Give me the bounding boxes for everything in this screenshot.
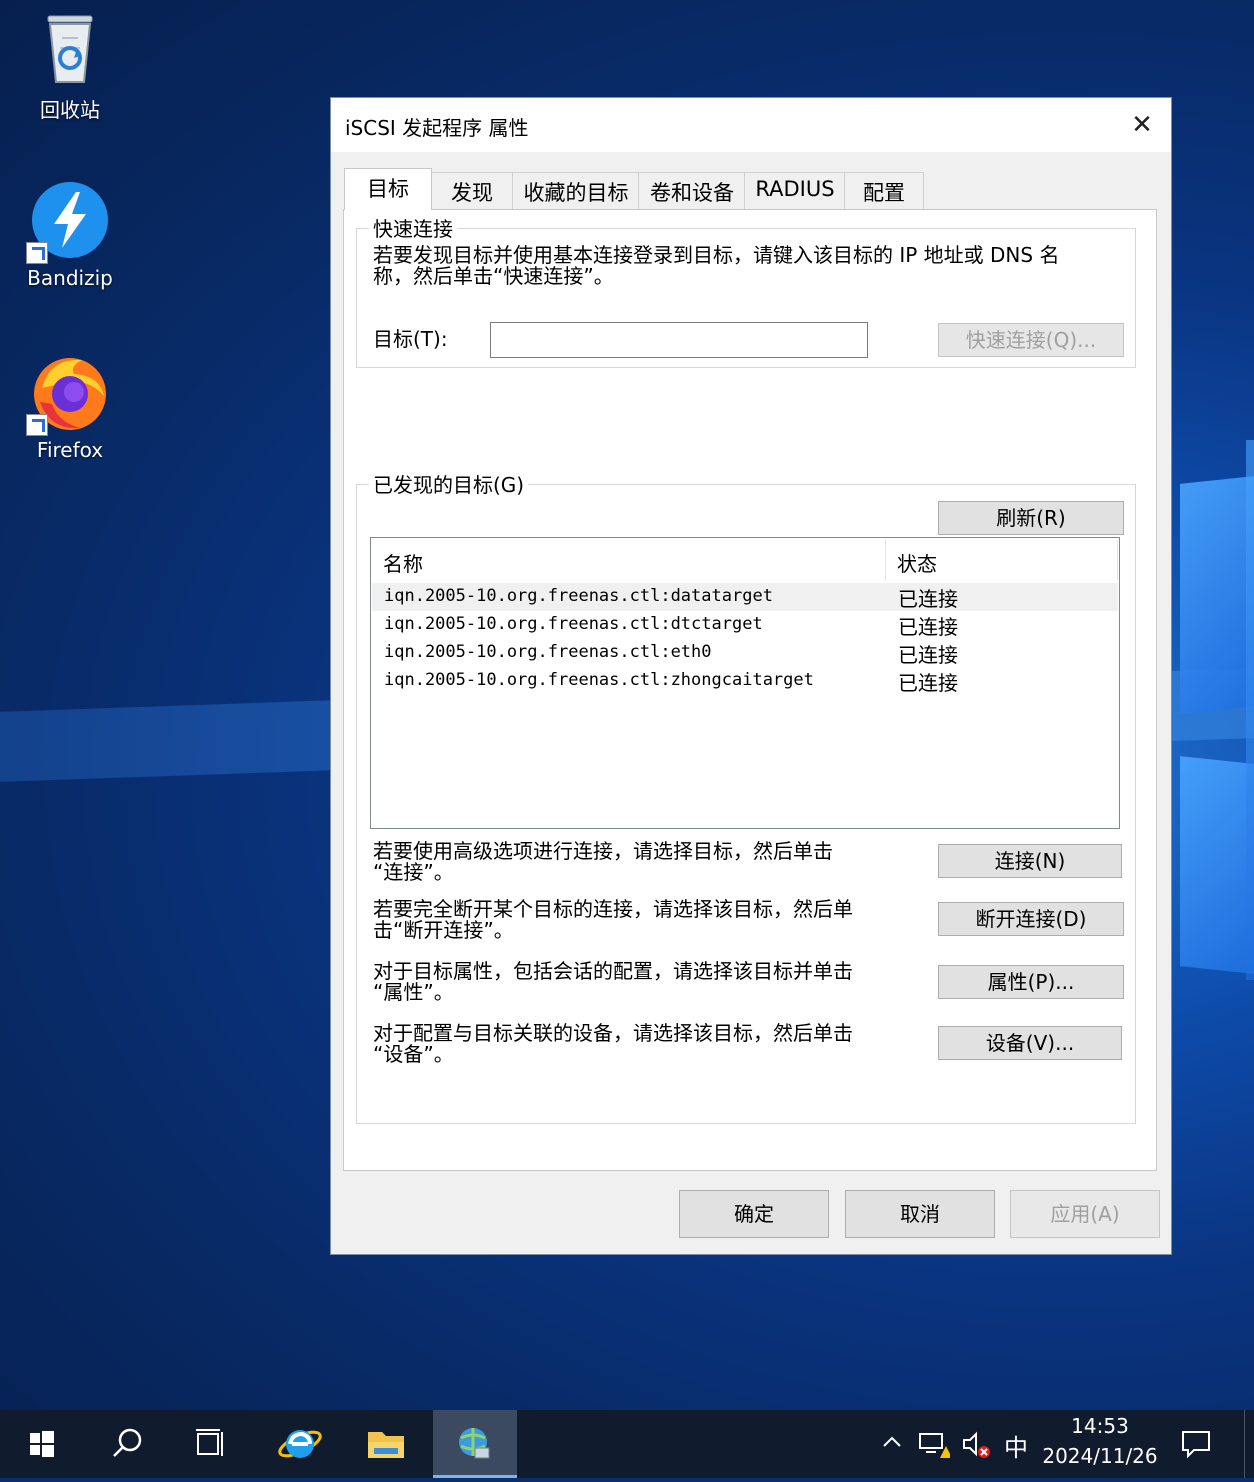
properties-description: 对于目标属性，包括会话的配置，请选择该目标并单击 “属性”。	[373, 961, 913, 1003]
desktop-icon-bandizip[interactable]: Bandizip	[10, 180, 130, 290]
refresh-button[interactable]: 刷新(R)	[938, 501, 1124, 535]
tab-favorite-targets[interactable]: 收藏的目标	[512, 172, 640, 210]
ok-button[interactable]: 确定	[679, 1190, 829, 1238]
column-separator[interactable]	[1117, 540, 1118, 580]
taskbar: 中 14:53 2024/11/26	[0, 1410, 1254, 1478]
targets-list-header: 名称 状态	[371, 538, 1119, 582]
iscsi-initiator-icon	[433, 1428, 517, 1482]
table-row[interactable]: iqn.2005-10.org.freenas.ctl:datatarget 已…	[372, 583, 1118, 611]
volume-muted-icon	[960, 1431, 992, 1465]
input-method-indicator[interactable]: 中	[1004, 1428, 1028, 1463]
disconnect-description-line: 若要完全断开某个目标的连接，请选择该目标，然后单	[373, 897, 853, 921]
close-icon[interactable]: ✕	[1127, 110, 1157, 140]
tab-discovery[interactable]: 发现	[430, 172, 514, 210]
network-warning-icon	[918, 1433, 952, 1465]
search-icon	[84, 1428, 168, 1482]
clock-date: 2024/11/26	[1042, 1444, 1158, 1468]
dialog-titlebar[interactable]: iSCSI 发起程序 属性 ✕	[331, 98, 1171, 152]
desktop-icon-label: 回收站	[40, 98, 100, 122]
connect-description-line: “连接”。	[373, 860, 454, 884]
quick-connect-description-line: 若要发现目标并使用基本连接登录到目标，请键入该目标的 IP 地址或 DNS 名	[373, 243, 1060, 267]
properties-description-line: “属性”。	[373, 980, 454, 1004]
wallpaper-logo-pane	[1246, 440, 1254, 980]
desktop-icon-label: Bandizip	[27, 266, 113, 290]
target-name-cell: iqn.2005-10.org.freenas.ctl:eth0	[384, 642, 712, 662]
target-name-cell: iqn.2005-10.org.freenas.ctl:dtctarget	[384, 614, 763, 634]
network-status-button[interactable]	[918, 1430, 952, 1465]
show-hidden-icons-button[interactable]	[880, 1430, 904, 1459]
wallpaper-logo-pane	[1180, 476, 1254, 714]
target-name-cell: iqn.2005-10.org.freenas.ctl:datatarget	[384, 586, 773, 606]
show-desktop-button[interactable]	[1244, 1410, 1254, 1478]
properties-description-line: 对于目标属性，包括会话的配置，请选择该目标并单击	[373, 959, 853, 983]
task-view-button[interactable]	[168, 1410, 252, 1478]
quick-connect-description-line: 称，然后单击“快速连接”。	[373, 264, 614, 288]
cancel-button[interactable]: 取消	[845, 1190, 995, 1238]
task-view-icon	[168, 1429, 252, 1482]
table-row[interactable]: iqn.2005-10.org.freenas.ctl:dtctarget 已连…	[372, 611, 1118, 639]
wallpaper-logo-pane	[1180, 756, 1254, 974]
properties-button[interactable]: 属性(P)...	[938, 965, 1124, 999]
tab-configuration[interactable]: 配置	[844, 172, 924, 210]
search-button[interactable]	[84, 1410, 168, 1478]
file-explorer-icon	[344, 1432, 428, 1482]
internet-explorer-icon	[258, 1430, 342, 1482]
target-status-cell: 已连接	[898, 643, 958, 667]
devices-description-line: 对于配置与目标关联的设备，请选择该目标，然后单击	[373, 1021, 853, 1045]
connect-description-line: 若要使用高级选项进行连接，请选择目标，然后单击	[373, 839, 833, 863]
quick-connect-group: 快速连接 若要发现目标并使用基本连接登录到目标，请键入该目标的 IP 地址或 D…	[356, 213, 1136, 368]
target-status-cell: 已连接	[898, 671, 958, 695]
firefox-icon	[26, 352, 110, 436]
bandizip-icon	[26, 180, 110, 264]
start-windows-icon	[0, 1431, 84, 1482]
shortcut-arrow-icon	[26, 414, 48, 436]
target-status-cell: 已连接	[898, 587, 958, 611]
taskbar-iscsi-initiator[interactable]	[433, 1410, 517, 1478]
disconnect-description-line: 击“断开连接”。	[373, 918, 514, 942]
notification-icon	[1180, 1431, 1212, 1465]
apply-button[interactable]: 应用(A)	[1010, 1190, 1160, 1238]
desktop-icon-firefox[interactable]: Firefox	[10, 352, 130, 462]
recycle-bin-icon	[30, 8, 110, 88]
column-header-name[interactable]: 名称	[383, 548, 423, 577]
table-row[interactable]: iqn.2005-10.org.freenas.ctl:zhongcaitarg…	[372, 667, 1118, 695]
column-separator[interactable]	[885, 540, 886, 580]
start-button[interactable]	[0, 1410, 84, 1478]
devices-description-line: “设备”。	[373, 1042, 454, 1066]
clock[interactable]: 14:53 2024/11/26	[1042, 1414, 1158, 1468]
desktop-icon-recycle-bin[interactable]: 回收站	[10, 8, 130, 123]
tab-targets[interactable]: 目标	[344, 168, 432, 210]
targets-list[interactable]: 名称 状态 iqn.2005-10.org.freenas.ctl:datata…	[370, 537, 1120, 829]
quick-connect-button[interactable]: 快速连接(Q)...	[938, 323, 1124, 357]
taskbar-internet-explorer[interactable]	[258, 1410, 342, 1478]
discovered-targets-legend: 已发现的目标(G)	[369, 469, 529, 498]
shortcut-arrow-icon	[26, 242, 48, 264]
volume-button[interactable]	[960, 1430, 992, 1465]
dialog-title: iSCSI 发起程序 属性	[345, 116, 529, 140]
tab-radius[interactable]: RADIUS	[744, 172, 846, 210]
devices-description: 对于配置与目标关联的设备，请选择该目标，然后单击 “设备”。	[373, 1023, 913, 1065]
desktop-icon-label: Firefox	[36, 438, 104, 462]
targets-tab-panel: 快速连接 若要发现目标并使用基本连接登录到目标，请键入该目标的 IP 地址或 D…	[343, 209, 1157, 1171]
column-header-status[interactable]: 状态	[897, 548, 937, 577]
discovered-targets-group: 已发现的目标(G) 刷新(R) 名称 状态 iqn.2005-10.org.fr…	[356, 469, 1136, 1124]
target-name-cell: iqn.2005-10.org.freenas.ctl:zhongcaitarg…	[384, 670, 814, 690]
quick-connect-legend: 快速连接	[369, 213, 457, 242]
chevron-up-icon	[880, 1435, 904, 1459]
disconnect-button[interactable]: 断开连接(D)	[938, 902, 1124, 936]
quick-connect-description: 若要发现目标并使用基本连接登录到目标，请键入该目标的 IP 地址或 DNS 名 …	[373, 245, 1123, 287]
taskbar-file-explorer[interactable]	[344, 1410, 428, 1478]
devices-button[interactable]: 设备(V)...	[938, 1026, 1122, 1060]
target-input[interactable]	[490, 322, 868, 358]
table-row[interactable]: iqn.2005-10.org.freenas.ctl:eth0 已连接	[372, 639, 1118, 667]
connect-description: 若要使用高级选项进行连接，请选择目标，然后单击 “连接”。	[373, 841, 913, 883]
target-status-cell: 已连接	[898, 615, 958, 639]
tab-volumes-devices[interactable]: 卷和设备	[638, 172, 746, 210]
notification-center-button[interactable]	[1180, 1428, 1212, 1465]
iscsi-properties-dialog: iSCSI 发起程序 属性 ✕ 目标 发现 收藏的目标 卷和设备 RADIUS …	[330, 97, 1172, 1255]
connect-button[interactable]: 连接(N)	[938, 844, 1122, 878]
target-label: 目标(T):	[373, 327, 448, 351]
disconnect-description: 若要完全断开某个目标的连接，请选择该目标，然后单 击“断开连接”。	[373, 899, 913, 941]
clock-time: 14:53	[1071, 1414, 1129, 1438]
